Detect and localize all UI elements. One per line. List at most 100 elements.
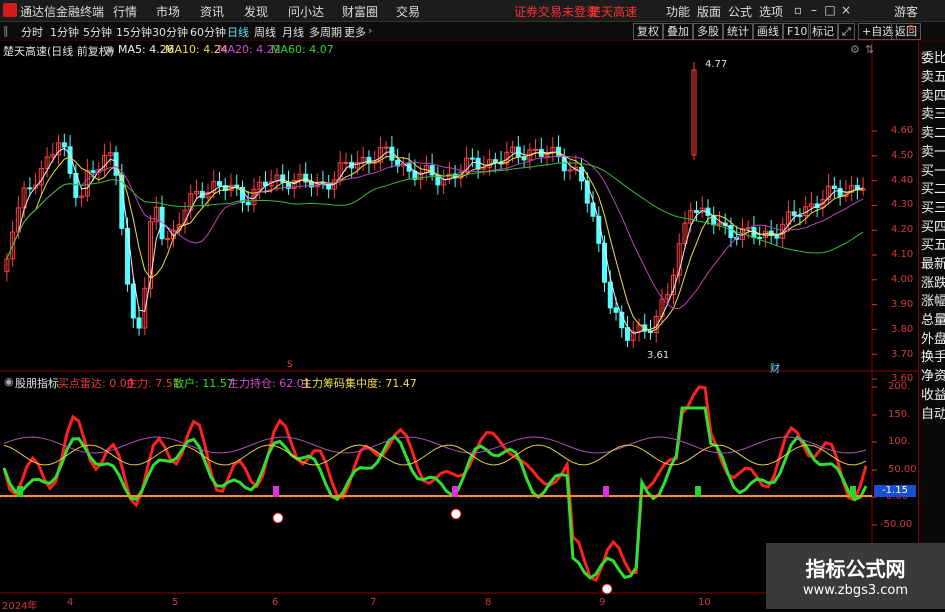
rp-weibi[interactable]: 委比 — [921, 47, 945, 66]
kline-candle — [27, 187, 33, 190]
kline-candle — [837, 188, 843, 197]
indicator-tick: 100. — [888, 436, 911, 447]
kline-candle — [567, 169, 573, 172]
toggle-arrow-icon[interactable]: ⇅ — [865, 43, 874, 56]
kline-candle — [774, 234, 780, 239]
price-tick: 4.50 — [891, 150, 914, 161]
kline-candle — [343, 161, 349, 164]
watermark-box: 指标公式网 www.zbgs3.com — [766, 543, 945, 609]
jizhongdu-line — [3, 444, 867, 466]
date-tick: 8 — [485, 597, 492, 608]
rp-waipan[interactable]: 外盘 — [921, 328, 945, 347]
kline-candle — [791, 211, 797, 216]
cai-marker[interactable]: 财 — [770, 360, 780, 375]
rp-zidong[interactable]: 自动 — [921, 403, 945, 422]
kline-candle — [113, 152, 119, 176]
zhuli-line — [2, 385, 868, 583]
kline-candle — [280, 174, 286, 183]
date-tick: 6 — [272, 597, 279, 608]
rp-zhangdie[interactable]: 涨跌 — [921, 272, 945, 291]
rp-zhangfu[interactable]: 涨幅 — [921, 290, 945, 309]
zhulichicang-line — [3, 436, 867, 454]
sanhu-label: 散户: 11.57 — [173, 377, 234, 390]
sanhu-line — [2, 406, 868, 580]
rp-mai5[interactable]: 卖五 — [921, 66, 945, 85]
date-tick: 2024年 — [2, 601, 38, 612]
rp-jingzi[interactable]: 净资 — [921, 365, 945, 384]
kline-candle — [217, 181, 222, 187]
rp-mai4[interactable]: 卖四 — [921, 85, 945, 104]
kline-chart-canvas[interactable] — [0, 0, 918, 609]
buy-signal-icon — [272, 512, 284, 524]
ma-toggle-icon[interactable]: ◉ — [105, 43, 115, 56]
price-tick: 3.80 — [891, 324, 914, 335]
buy-signal-icon — [601, 583, 613, 595]
low-price-label: 3.61 — [647, 350, 670, 361]
kline-candle — [607, 281, 613, 309]
signal-bar — [452, 486, 458, 497]
indicator-tick: 200. — [888, 381, 911, 392]
signal-bar — [850, 486, 856, 497]
signal-bar — [273, 486, 279, 497]
rp-buy1[interactable]: 买一 — [921, 160, 945, 179]
s-marker[interactable]: S — [287, 360, 293, 370]
indicator-toggle-icon[interactable]: ◉ — [4, 375, 14, 388]
kline-candle — [245, 201, 251, 206]
indicator-current-value: -1.15 — [874, 485, 916, 497]
ma60-line — [6, 162, 864, 260]
date-tick: 4 — [67, 597, 74, 608]
kline-candle — [613, 307, 619, 313]
indicator-name[interactable]: 股朋指标 — [15, 375, 59, 391]
kline-candle — [61, 142, 67, 148]
signal-bar — [17, 486, 23, 497]
rp-zuixin[interactable]: 最新 — [921, 253, 945, 272]
signal-bar — [695, 486, 701, 497]
signal-bar — [603, 486, 609, 497]
kline-candle — [625, 327, 631, 341]
quote-side-panel: 委比 卖五 卖四 卖三 卖二 卖一 买一 买二 买三 买四 买五 最新 涨跌 涨… — [918, 41, 945, 609]
zhuli-label: 主力: 7.51 — [126, 377, 180, 390]
settings-gear-icon[interactable]: ⚙ — [850, 43, 860, 56]
rp-shouyi[interactable]: 收益 — [921, 384, 945, 403]
date-tick: 10 — [698, 597, 711, 608]
kline-candle — [693, 210, 699, 213]
indicator-tick: -50.00 — [880, 519, 913, 530]
rp-zongliang[interactable]: 总量 — [921, 309, 945, 328]
main-chart-stock-label: 楚天高速(日线 前复权) — [3, 45, 115, 58]
kline-candle — [90, 170, 96, 173]
price-tick: 4.30 — [891, 199, 914, 210]
kline-candle — [533, 148, 539, 151]
axis-r-marker: R — [908, 24, 915, 35]
rp-buy4[interactable]: 买四 — [921, 216, 945, 235]
rp-mai3[interactable]: 卖三 — [921, 103, 945, 122]
price-tick: 4.40 — [891, 175, 914, 186]
kline-candle — [136, 317, 142, 329]
date-tick: 7 — [370, 597, 377, 608]
kline-candle — [797, 214, 803, 217]
ma60-label: MA60: 4.07 — [271, 43, 334, 56]
kline-candle — [165, 238, 171, 241]
zhulichicang-label: 主力持仓: 62.01 — [228, 377, 311, 390]
jizhongdu-label: 主力筹码集中度: 71.47 — [301, 377, 417, 390]
rp-buy3[interactable]: 买三 — [921, 197, 945, 216]
watermark-title: 指标公式网 — [805, 557, 906, 581]
kline-candle — [130, 283, 136, 319]
kline-candle — [429, 165, 435, 176]
watermark-url: www.zbgs3.com — [802, 583, 909, 598]
date-tick: 9 — [599, 597, 606, 608]
price-tick: 4.00 — [891, 274, 914, 285]
kline-candle — [757, 236, 763, 239]
rp-mai2[interactable]: 卖二 — [921, 122, 945, 141]
rp-buy2[interactable]: 买二 — [921, 178, 945, 197]
rp-mai1[interactable]: 卖一 — [921, 141, 945, 160]
high-price-label: 4.77 — [705, 59, 728, 70]
price-tick: 3.90 — [891, 299, 914, 310]
rp-buy5[interactable]: 买五 — [921, 234, 945, 253]
kline-candle — [831, 185, 837, 190]
date-tick: 5 — [172, 597, 179, 608]
rp-huanshou[interactable]: 换手 — [921, 346, 945, 365]
indicator-tick: 150. — [888, 409, 911, 420]
kline-candle — [579, 166, 585, 182]
indicator-tick: 50.00 — [888, 464, 917, 475]
buy-signal-icon — [450, 508, 462, 520]
